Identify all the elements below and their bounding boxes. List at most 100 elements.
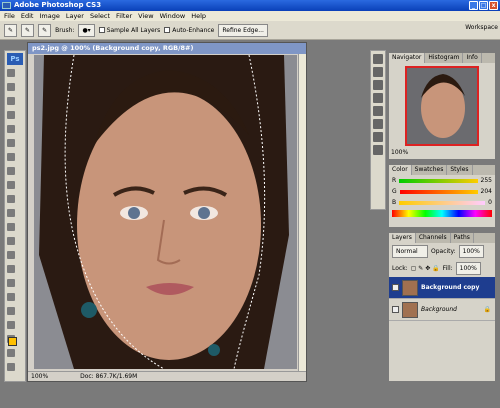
dock-paragraph-icon[interactable] (373, 132, 383, 142)
menu-image[interactable]: Image (39, 11, 59, 21)
maximize-button[interactable]: □ (479, 1, 488, 10)
navigator-preview-image (407, 68, 477, 144)
history-brush-icon[interactable] (7, 195, 15, 203)
color-spectrum[interactable] (392, 210, 492, 217)
portrait-image (34, 55, 297, 369)
document-status-bar: 100% Doc: 867.7K/1.69M (28, 371, 306, 381)
blur-tool-icon[interactable] (7, 237, 15, 245)
menu-file[interactable]: File (4, 11, 15, 21)
navigator-zoom[interactable]: 100% (389, 149, 495, 156)
menu-select[interactable]: Select (90, 11, 110, 21)
stamp-tool-icon[interactable] (7, 181, 15, 189)
minimize-button[interactable]: _ (469, 1, 478, 10)
dock-history-icon[interactable] (373, 54, 383, 64)
menu-view[interactable]: View (138, 11, 153, 21)
add-selection-icon[interactable]: ✎ (38, 23, 52, 37)
refine-edge-button[interactable]: Refine Edge... (218, 23, 268, 37)
workspace-button[interactable]: Workspace (465, 24, 498, 31)
blue-value[interactable]: 0 (488, 199, 492, 206)
tab-layers[interactable]: Layers (389, 233, 416, 243)
dock-brushes-icon[interactable] (373, 93, 383, 103)
lock-icon[interactable]: ▢ ✎ ✥ 🔒 (411, 265, 440, 272)
blue-slider[interactable] (399, 200, 486, 205)
green-label: G (392, 188, 397, 195)
eye-icon[interactable] (392, 306, 399, 313)
options-bar: ✎ ✎ ✎ Brush: ●▾ Sample All Layers Auto-E… (0, 21, 500, 40)
red-value[interactable]: 255 (481, 177, 492, 184)
quick-selection-icon[interactable]: ✎ (4, 23, 18, 37)
blend-mode-select[interactable]: Normal (392, 245, 428, 258)
doc-info: Doc: 867.7K/1.69M (80, 373, 138, 380)
eye-icon[interactable] (392, 284, 399, 291)
layer-background-copy[interactable]: Background copy (389, 277, 495, 299)
notes-tool-icon[interactable] (7, 321, 15, 329)
lasso-tool-icon[interactable] (7, 97, 15, 105)
auto-enhance-checkbox[interactable] (164, 27, 171, 33)
tab-swatches[interactable]: Swatches (412, 165, 448, 175)
sample-all-layers-option[interactable]: Sample All Layers (98, 27, 160, 34)
toolbox: Ps (4, 50, 26, 382)
document-window: ps2.jpg @ 100% (Background copy, RGB/8#)… (27, 42, 307, 382)
vertical-scrollbar[interactable] (298, 54, 306, 372)
layer-background[interactable]: Background 🔒 (389, 299, 495, 321)
gradient-tool-icon[interactable] (7, 223, 15, 231)
shape-tool-icon[interactable] (7, 307, 15, 315)
new-selection-icon[interactable]: ✎ (21, 23, 35, 37)
tab-color[interactable]: Color (389, 165, 412, 175)
menu-window[interactable]: Window (160, 11, 186, 21)
hand-tool-icon[interactable] (7, 349, 15, 357)
app-title: Adobe Photoshop CS3 (14, 1, 102, 9)
navigator-thumbnail[interactable] (405, 66, 479, 146)
quick-select-tool-icon[interactable] (7, 111, 15, 119)
tab-paths[interactable]: Paths (451, 233, 474, 243)
eraser-tool-icon[interactable] (7, 209, 15, 217)
zoom-tool-icon[interactable] (7, 363, 15, 371)
tab-histogram[interactable]: Histogram (425, 53, 464, 63)
document-title: ps2.jpg @ 100% (Background copy, RGB/8#) (28, 43, 306, 54)
menu-filter[interactable]: Filter (116, 11, 132, 21)
foreground-color-swatch[interactable] (8, 337, 17, 346)
green-value[interactable]: 204 (481, 188, 492, 195)
brush-picker[interactable]: ●▾ (78, 23, 95, 37)
blue-label: B (392, 199, 397, 206)
red-label: R (392, 177, 397, 184)
type-tool-icon[interactable] (7, 279, 15, 287)
close-button[interactable]: x (489, 1, 498, 10)
marquee-tool-icon[interactable] (7, 83, 15, 91)
layer-name: Background (421, 306, 457, 313)
tab-styles[interactable]: Styles (447, 165, 473, 175)
auto-enhance-option[interactable]: Auto-Enhance (164, 27, 214, 34)
auto-enhance-label: Auto-Enhance (172, 26, 215, 34)
tab-channels[interactable]: Channels (416, 233, 451, 243)
sample-all-checkbox[interactable] (98, 27, 105, 33)
healing-tool-icon[interactable] (7, 153, 15, 161)
lock-icon: 🔒 (483, 306, 491, 313)
tab-navigator[interactable]: Navigator (389, 53, 426, 63)
opacity-value[interactable]: 100% (458, 245, 484, 258)
tab-info[interactable]: Info (463, 53, 482, 63)
red-slider[interactable] (399, 178, 478, 183)
layer-thumbnail (402, 279, 418, 296)
dock-clone-source-icon[interactable] (373, 106, 383, 116)
brush-tool-icon[interactable] (7, 167, 15, 175)
menu-layer[interactable]: Layer (66, 11, 84, 21)
pen-tool-icon[interactable] (7, 265, 15, 273)
dock-character-icon[interactable] (373, 119, 383, 129)
menu-edit[interactable]: Edit (21, 11, 34, 21)
dock-layer-comps-icon[interactable] (373, 145, 383, 155)
dodge-tool-icon[interactable] (7, 251, 15, 259)
move-tool-icon[interactable] (7, 69, 15, 77)
fill-value[interactable]: 100% (455, 262, 481, 275)
slice-tool-icon[interactable] (7, 139, 15, 147)
color-panel: Color Swatches Styles R 255 G 204 B 0 (388, 164, 496, 228)
green-slider[interactable] (399, 189, 478, 194)
opacity-label: Opacity: (431, 248, 456, 255)
dock-tool-presets-icon[interactable] (373, 80, 383, 90)
doc-zoom[interactable]: 100% (31, 373, 48, 380)
crop-tool-icon[interactable] (7, 125, 15, 133)
panel-dock (370, 50, 386, 210)
menu-help[interactable]: Help (191, 11, 206, 21)
dock-actions-icon[interactable] (373, 67, 383, 77)
canvas[interactable] (34, 55, 297, 369)
path-select-icon[interactable] (7, 293, 15, 301)
